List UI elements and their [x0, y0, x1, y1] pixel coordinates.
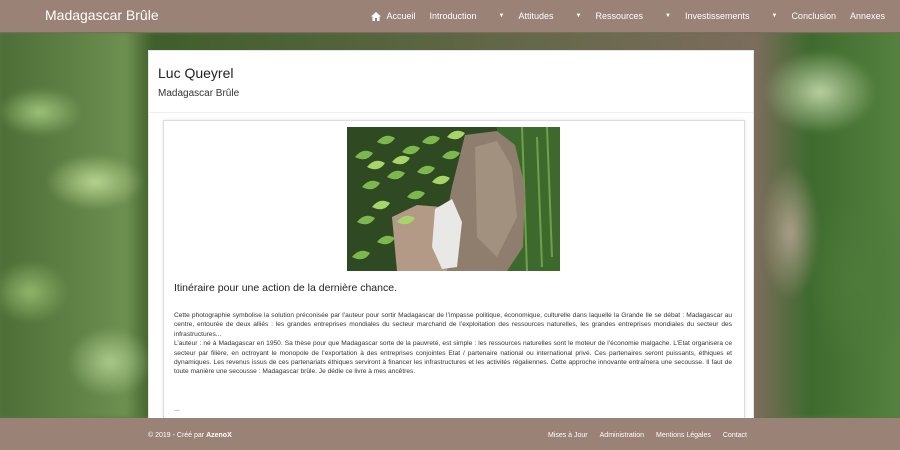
divider [149, 112, 753, 113]
footer-links: Mises à Jour Administration Mentions Lég… [548, 432, 747, 439]
footer-link-administration[interactable]: Administration [600, 432, 644, 439]
footer: © 2019 - Créé par AzenoX Mises à Jour Ad… [0, 418, 900, 450]
copyright-author-link[interactable]: AzenoX [206, 432, 232, 439]
content-panel: Itinéraire pour une action de la dernièr… [163, 120, 745, 421]
nav-investissements-label: Investissements [684, 11, 750, 21]
section-title: Itinéraire pour une action de la dernièr… [174, 282, 397, 294]
nav-introduction-label: Introduction [429, 11, 477, 21]
book-card: Luc Queyrel Madagascar Brûle Itinéraire … [148, 50, 754, 421]
home-icon [371, 11, 382, 21]
nav-annexes-label: Annexes [849, 11, 885, 21]
nav-conclusion[interactable]: Conclusion [784, 0, 843, 32]
caret-down-icon: ▼ [498, 13, 505, 19]
nav-ressources[interactable]: Ressources ▼ [588, 0, 677, 32]
nav-investissements[interactable]: Investissements ▼ [678, 0, 784, 32]
cover-photo [347, 127, 560, 271]
footer-link-contact[interactable]: Contact [723, 432, 747, 439]
description-paragraph: L’auteur : né à Madagascar en 1950. Sa t… [174, 340, 732, 376]
book-title: Madagascar Brûle [158, 88, 240, 99]
nav-conclusion-label: Conclusion [791, 11, 836, 21]
ellipsis-text: ... [174, 406, 180, 413]
brand-logo[interactable]: Madagascar Brûle [45, 7, 159, 23]
caret-down-icon: ▼ [771, 13, 778, 19]
footer-link-mises-a-jour[interactable]: Mises à Jour [548, 432, 588, 439]
copyright-text: © 2019 - Créé par [148, 432, 207, 439]
caret-down-icon: ▼ [575, 13, 582, 19]
nav-attitudes[interactable]: Attitudes ▼ [511, 0, 588, 32]
nav-annexes[interactable]: Annexes [843, 0, 892, 32]
description-paragraph: Cette photographie symbolise la solution… [174, 312, 732, 338]
nav-attitudes-label: Attitudes [518, 11, 554, 21]
nav-accueil[interactable]: Accueil [364, 0, 422, 32]
author-name: Luc Queyrel [158, 65, 234, 81]
caret-down-icon: ▼ [665, 13, 671, 19]
footer-link-mentions-legales[interactable]: Mentions Légales [656, 432, 711, 439]
nav-accueil-label: Accueil [386, 11, 416, 21]
main-nav: Accueil Introduction ▼ Attitudes ▼ Resso… [364, 0, 892, 32]
nav-introduction[interactable]: Introduction ▼ [423, 0, 512, 32]
nav-ressources-label: Ressources [595, 11, 643, 21]
top-navbar: Madagascar Brûle Accueil Introduction ▼ … [0, 0, 900, 33]
book-description: Cette photographie symbolise la solution… [174, 311, 732, 377]
copyright: © 2019 - Créé par AzenoX [148, 432, 232, 439]
